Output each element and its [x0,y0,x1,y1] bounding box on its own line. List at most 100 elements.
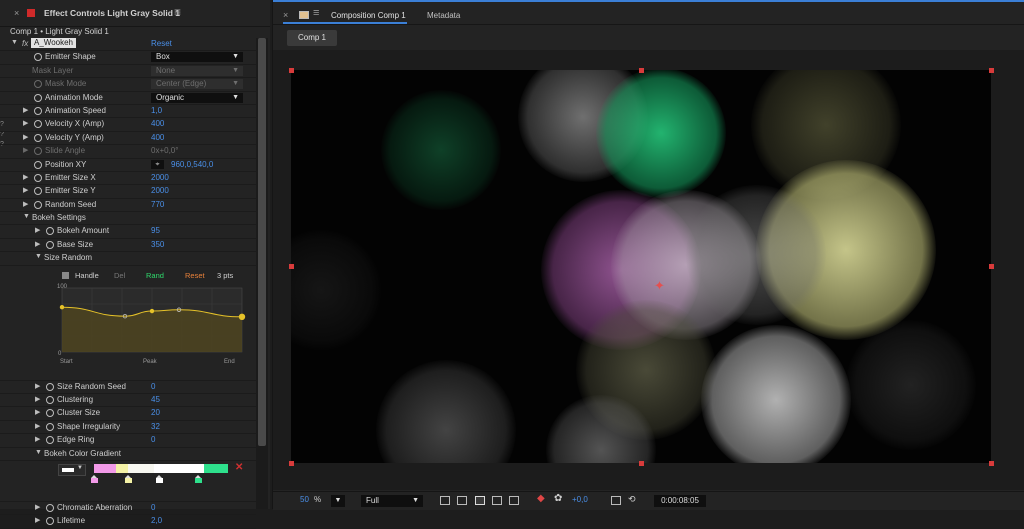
layer-handle[interactable] [639,68,644,73]
exposure-value[interactable]: +0,0 [572,495,588,504]
chevron-right-icon[interactable]: ▶ [23,106,28,114]
bokeh-amount-value[interactable]: 95 [151,226,160,235]
stopwatch-icon[interactable] [46,382,54,391]
stopwatch-icon[interactable] [34,187,42,196]
chevron-down-icon[interactable]: ▼ [11,39,18,46]
emitter-size-y-value[interactable]: 2000 [151,186,169,195]
chevron-right-icon[interactable]: ▶ [23,186,28,194]
magnification-dropdown[interactable]: ▼ [331,495,345,507]
show-snapshot-icon[interactable]: ⟲ [628,494,636,505]
lifetime-value[interactable]: 2,0 [151,516,162,525]
stopwatch-icon[interactable] [46,436,54,445]
chevron-down-icon[interactable]: ▼ [35,253,42,260]
composition-viewer[interactable]: ✦ [273,50,1024,490]
animation-mode-dropdown[interactable]: Organic ▼ [151,92,243,103]
stopwatch-icon[interactable] [34,106,42,115]
layer-handle[interactable] [989,461,994,466]
tab-composition[interactable]: × ≡ Composition Comp 1 [283,6,407,24]
stopwatch-icon[interactable] [34,160,42,169]
effect-controls-scrollbar[interactable] [256,38,268,509]
stopwatch-icon[interactable] [46,517,54,526]
fx-toggle-icon[interactable]: fx [22,39,28,48]
clustering-value[interactable]: 45 [151,395,160,404]
chevron-right-icon[interactable]: ▶ [35,435,40,443]
stopwatch-icon[interactable] [46,503,54,512]
stopwatch-icon[interactable] [34,133,42,142]
stopwatch-icon[interactable] [34,200,42,209]
layer-handle[interactable] [989,264,994,269]
shape-irregularity-value[interactable]: 32 [151,422,160,431]
stopwatch-icon[interactable] [46,422,54,431]
velocity-x-value[interactable]: 400 [151,119,164,128]
animation-speed-value[interactable]: 1,0 [151,106,162,115]
chevron-right-icon[interactable]: ▶ [23,200,28,208]
magnification-value[interactable]: 50 [300,495,309,504]
stopwatch-icon[interactable] [34,53,42,62]
tab-metadata[interactable]: Metadata [427,11,460,20]
stopwatch-icon[interactable] [34,93,42,102]
chevron-right-icon[interactable]: ▶ [35,382,40,390]
gradient-preset-dropdown[interactable]: ▼ [58,463,86,476]
chromatic-aberration-value[interactable]: 0 [151,503,155,512]
gradient-color-stop[interactable] [125,474,132,483]
crosshair-icon[interactable]: ⌖ [151,159,164,169]
layer-handle[interactable] [289,68,294,73]
chevron-right-icon[interactable]: ▶ [35,408,40,416]
exposure-reset-icon[interactable]: ✿ [554,493,562,504]
mask-visibility-icon[interactable] [475,496,485,505]
current-time-display[interactable]: 0:00:08:05 [654,495,706,507]
chevron-right-icon[interactable]: ▶ [23,173,28,181]
anchor-point-icon[interactable]: ✦ [654,278,665,294]
chevron-right-icon[interactable]: ▶ [35,422,40,430]
curve-graph[interactable] [52,284,247,356]
gradient-bar[interactable] [94,463,228,473]
mask-layer-dropdown[interactable]: None ▼ [151,65,243,76]
layer-handle[interactable] [989,68,994,73]
delete-stop-icon[interactable]: ✕ [235,462,243,473]
size-random-curve-editor[interactable]: Handle Del Rand Reset 3 pts 100 0 Start … [0,266,256,381]
delete-point-button[interactable]: Del [114,271,125,280]
color-channels-icon[interactable]: ◆ [537,493,545,504]
chevron-right-icon[interactable]: ▶ [23,119,28,127]
composition-frame[interactable]: ✦ [291,70,991,463]
chevron-right-icon[interactable]: ▶ [23,133,28,141]
close-icon[interactable]: × [283,10,288,20]
stopwatch-icon[interactable] [46,227,54,236]
3d-view-icon[interactable] [509,496,519,505]
stopwatch-icon[interactable] [46,409,54,418]
effect-name[interactable]: A_Wookeh [31,38,76,48]
guides-icon[interactable] [492,496,502,505]
position-xy-value[interactable]: 960,0,540,0 [171,160,213,169]
base-size-value[interactable]: 350 [151,240,164,249]
layer-handle[interactable] [289,461,294,466]
close-icon[interactable]: × [14,8,19,18]
chevron-right-icon[interactable]: ▶ [35,240,40,248]
property-group-bokeh-color-gradient[interactable]: ▼ Bokeh Color Gradient [0,448,256,461]
chevron-right-icon[interactable]: ▶ [35,516,40,524]
transparency-grid-icon[interactable] [457,496,467,505]
cluster-size-value[interactable]: 20 [151,408,160,417]
chevron-down-icon[interactable]: ▼ [23,213,30,220]
gradient-editor[interactable]: ▼ ✕ [0,461,256,502]
layer-handle[interactable] [289,264,294,269]
lock-icon[interactable] [299,11,309,19]
chevron-right-icon[interactable]: ▶ [23,146,28,154]
gradient-color-stop[interactable] [91,474,98,483]
stopwatch-icon[interactable] [34,173,42,182]
comp-navigator-button[interactable]: Comp 1 [287,30,337,46]
chevron-right-icon[interactable]: ▶ [35,395,40,403]
region-of-interest-icon[interactable] [440,496,450,505]
property-group-size-random[interactable]: ▼ Size Random [0,252,256,266]
emitter-shape-dropdown[interactable]: Box ▼ [151,52,243,63]
stopwatch-icon[interactable] [34,120,42,129]
effect-controls-tab-title[interactable]: Effect Controls Light Gray Solid 1 [44,8,180,18]
layer-handle[interactable] [639,461,644,466]
randomize-button[interactable]: Rand [146,271,164,280]
chevron-down-icon[interactable]: ▼ [35,449,42,456]
emitter-size-x-value[interactable]: 2000 [151,173,169,182]
velocity-y-value[interactable]: 400 [151,133,164,142]
slide-angle-value[interactable]: 0x+0,0° [151,146,178,155]
random-seed-value[interactable]: 770 [151,200,164,209]
mask-mode-dropdown[interactable]: Center (Edge) ▼ [151,79,243,90]
scrollbar-thumb[interactable] [258,38,266,446]
